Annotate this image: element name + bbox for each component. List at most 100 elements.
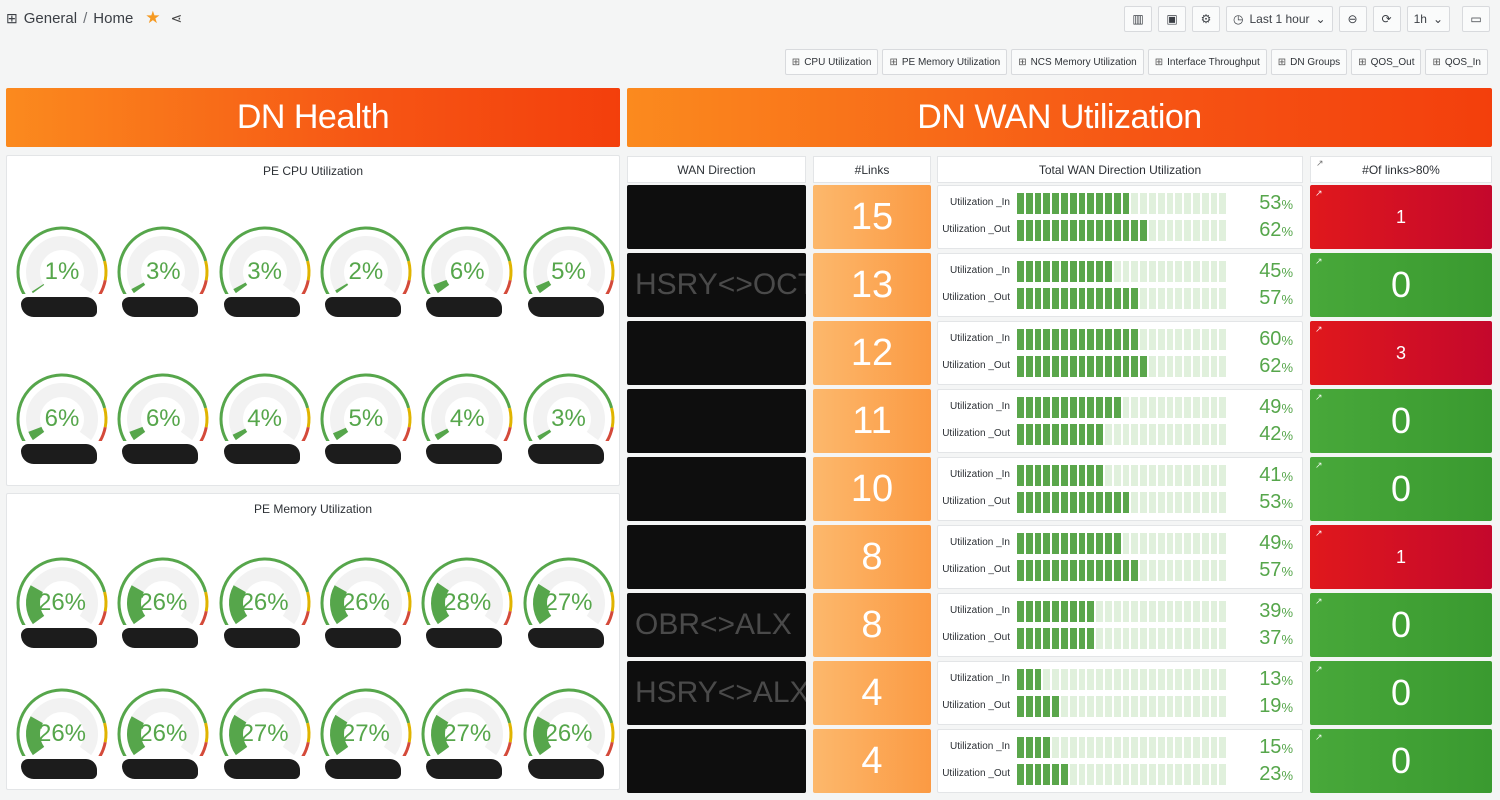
util-bar-segment bbox=[1096, 465, 1103, 486]
util-bar-segment bbox=[1052, 261, 1059, 282]
util-percent-unit: % bbox=[1281, 197, 1293, 212]
util-bar-segment bbox=[1201, 669, 1209, 690]
util-percent: 49% bbox=[1238, 396, 1293, 419]
util-bar-segment bbox=[1060, 465, 1068, 486]
util-bar-segment bbox=[1052, 397, 1059, 418]
gauge: 27% bbox=[319, 676, 413, 786]
over80-count-cell[interactable]: ↗ 0 bbox=[1310, 253, 1492, 317]
external-link-icon[interactable]: ↗ bbox=[1315, 188, 1323, 199]
gauge-value: 4% bbox=[247, 405, 282, 432]
settings-button[interactable]: ⚙ bbox=[1191, 6, 1220, 32]
dashboard-link[interactable]: ⊞ QOS_In bbox=[1425, 49, 1488, 75]
util-bar-gauge bbox=[1017, 628, 1227, 649]
util-bar-segment bbox=[1131, 397, 1139, 418]
over80-count-cell[interactable]: ↗ 0 bbox=[1310, 729, 1492, 793]
col-header-over80-label: #Of links>80% bbox=[1362, 162, 1440, 177]
share-icon[interactable]: ⋖ bbox=[171, 10, 183, 27]
util-bar-segment bbox=[1113, 492, 1121, 513]
zoom-out-button[interactable]: ⊖ bbox=[1338, 6, 1367, 32]
util-bar-segment bbox=[1104, 424, 1112, 445]
tv-mode-button[interactable]: ▭ bbox=[1462, 6, 1490, 32]
util-bar-segment bbox=[1069, 696, 1077, 717]
util-bar-segment bbox=[1201, 492, 1209, 513]
util-bar-segment bbox=[1104, 329, 1112, 350]
dashboard-link[interactable]: ⊞ DN Groups bbox=[1270, 49, 1348, 75]
util-bar-segment bbox=[1122, 465, 1130, 486]
over80-count-cell[interactable]: ↗ 1 bbox=[1310, 525, 1492, 589]
wan-links-count: 15 bbox=[813, 185, 931, 249]
dashboard-link[interactable]: ⊞ CPU Utilization bbox=[784, 49, 879, 75]
breadcrumb-folder[interactable]: General bbox=[24, 10, 77, 27]
util-bar-segment bbox=[1192, 288, 1200, 309]
dashboard-link[interactable]: ⊞ NCS Memory Utilization bbox=[1011, 49, 1144, 75]
util-percent-value: 37 bbox=[1259, 627, 1282, 649]
external-link-icon[interactable]: ↗ bbox=[1315, 392, 1323, 403]
refresh-interval-button[interactable]: 1h ⌄ bbox=[1406, 6, 1450, 32]
star-icon[interactable]: ★ bbox=[145, 8, 160, 28]
over80-count-cell[interactable]: ↗ 3 bbox=[1310, 321, 1492, 385]
util-bar-segment bbox=[1096, 533, 1103, 554]
util-percent-value: 53 bbox=[1259, 192, 1282, 214]
over80-count-cell[interactable]: ↗ 1 bbox=[1310, 185, 1492, 249]
external-link-icon[interactable]: ↗ bbox=[1315, 460, 1323, 471]
util-bar-segment bbox=[1131, 628, 1139, 649]
gauge: 27% bbox=[420, 676, 514, 786]
wan-direction-cell bbox=[627, 525, 806, 589]
dashboards-grid-icon[interactable]: ⊞ bbox=[6, 10, 18, 27]
util-bar-segment bbox=[1175, 492, 1183, 513]
external-link-icon[interactable]: ↗ bbox=[1316, 158, 1324, 169]
gauge-value: 3% bbox=[247, 258, 282, 285]
dashboard-link[interactable]: ⊞ QOS_Out bbox=[1351, 49, 1422, 75]
util-bar-segment bbox=[1148, 465, 1156, 486]
util-bar-segment bbox=[1060, 696, 1068, 717]
external-link-icon[interactable]: ↗ bbox=[1315, 528, 1323, 539]
external-link-icon[interactable]: ↗ bbox=[1315, 256, 1323, 267]
gauge-name-redacted bbox=[527, 759, 604, 779]
add-panel-button[interactable]: ▥ bbox=[1123, 6, 1152, 32]
save-dashboard-button[interactable]: ▣ bbox=[1157, 6, 1186, 32]
util-bar-segment bbox=[1043, 397, 1051, 418]
over80-count-cell[interactable]: ↗ 0 bbox=[1310, 457, 1492, 521]
util-bar-segment bbox=[1113, 261, 1121, 282]
util-bar-segment bbox=[1192, 220, 1200, 241]
util-bar-gauge bbox=[1017, 220, 1227, 241]
util-bar-segment bbox=[1175, 533, 1183, 554]
util-bar-segment bbox=[1113, 669, 1121, 690]
external-link-icon[interactable]: ↗ bbox=[1315, 664, 1323, 675]
over80-count-cell[interactable]: ↗ 0 bbox=[1310, 661, 1492, 725]
util-row-out: Utilization _Out 23% bbox=[938, 763, 1304, 785]
util-bar-gauge bbox=[1017, 261, 1227, 282]
util-bar-segment bbox=[1017, 560, 1024, 581]
dashboard-link[interactable]: ⊞ PE Memory Utilization bbox=[882, 49, 1008, 75]
time-picker-button[interactable]: ◷ Last 1 hour ⌄ bbox=[1225, 6, 1333, 32]
util-bar-segment bbox=[1087, 560, 1095, 581]
breadcrumb-dashboard[interactable]: Home bbox=[93, 10, 133, 27]
util-bar-segment bbox=[1078, 329, 1086, 350]
util-percent-unit: % bbox=[1281, 673, 1293, 688]
util-bar-segment bbox=[1148, 424, 1156, 445]
util-bar-segment bbox=[1148, 669, 1156, 690]
util-bar-segment bbox=[1122, 696, 1130, 717]
util-bar-segment bbox=[1078, 397, 1086, 418]
util-bar-segment bbox=[1157, 193, 1165, 214]
add-panel-icon: ▥ bbox=[1132, 12, 1144, 26]
util-bar-segment bbox=[1060, 560, 1068, 581]
util-bar-segment bbox=[1175, 560, 1183, 581]
external-link-icon[interactable]: ↗ bbox=[1315, 596, 1323, 607]
util-percent-value: 19 bbox=[1259, 695, 1282, 717]
util-percent: 53% bbox=[1238, 491, 1293, 514]
over80-count-cell[interactable]: ↗ 0 bbox=[1310, 593, 1492, 657]
gauge: 4% bbox=[420, 361, 514, 471]
dashboard-link[interactable]: ⊞ Interface Throughput bbox=[1147, 49, 1267, 75]
util-bar-gauge bbox=[1017, 764, 1227, 785]
util-bar-segment bbox=[1096, 220, 1103, 241]
over80-count-cell[interactable]: ↗ 0 bbox=[1310, 389, 1492, 453]
util-bar-segment bbox=[1052, 220, 1059, 241]
refresh-button[interactable]: ⟳ bbox=[1372, 6, 1401, 32]
util-label: Utilization _In bbox=[949, 537, 1010, 548]
util-percent-value: 13 bbox=[1259, 668, 1282, 690]
external-link-icon[interactable]: ↗ bbox=[1315, 732, 1323, 743]
external-link-icon[interactable]: ↗ bbox=[1315, 324, 1323, 335]
gauge-value: 26% bbox=[240, 589, 289, 616]
util-bar-segment bbox=[1087, 329, 1095, 350]
